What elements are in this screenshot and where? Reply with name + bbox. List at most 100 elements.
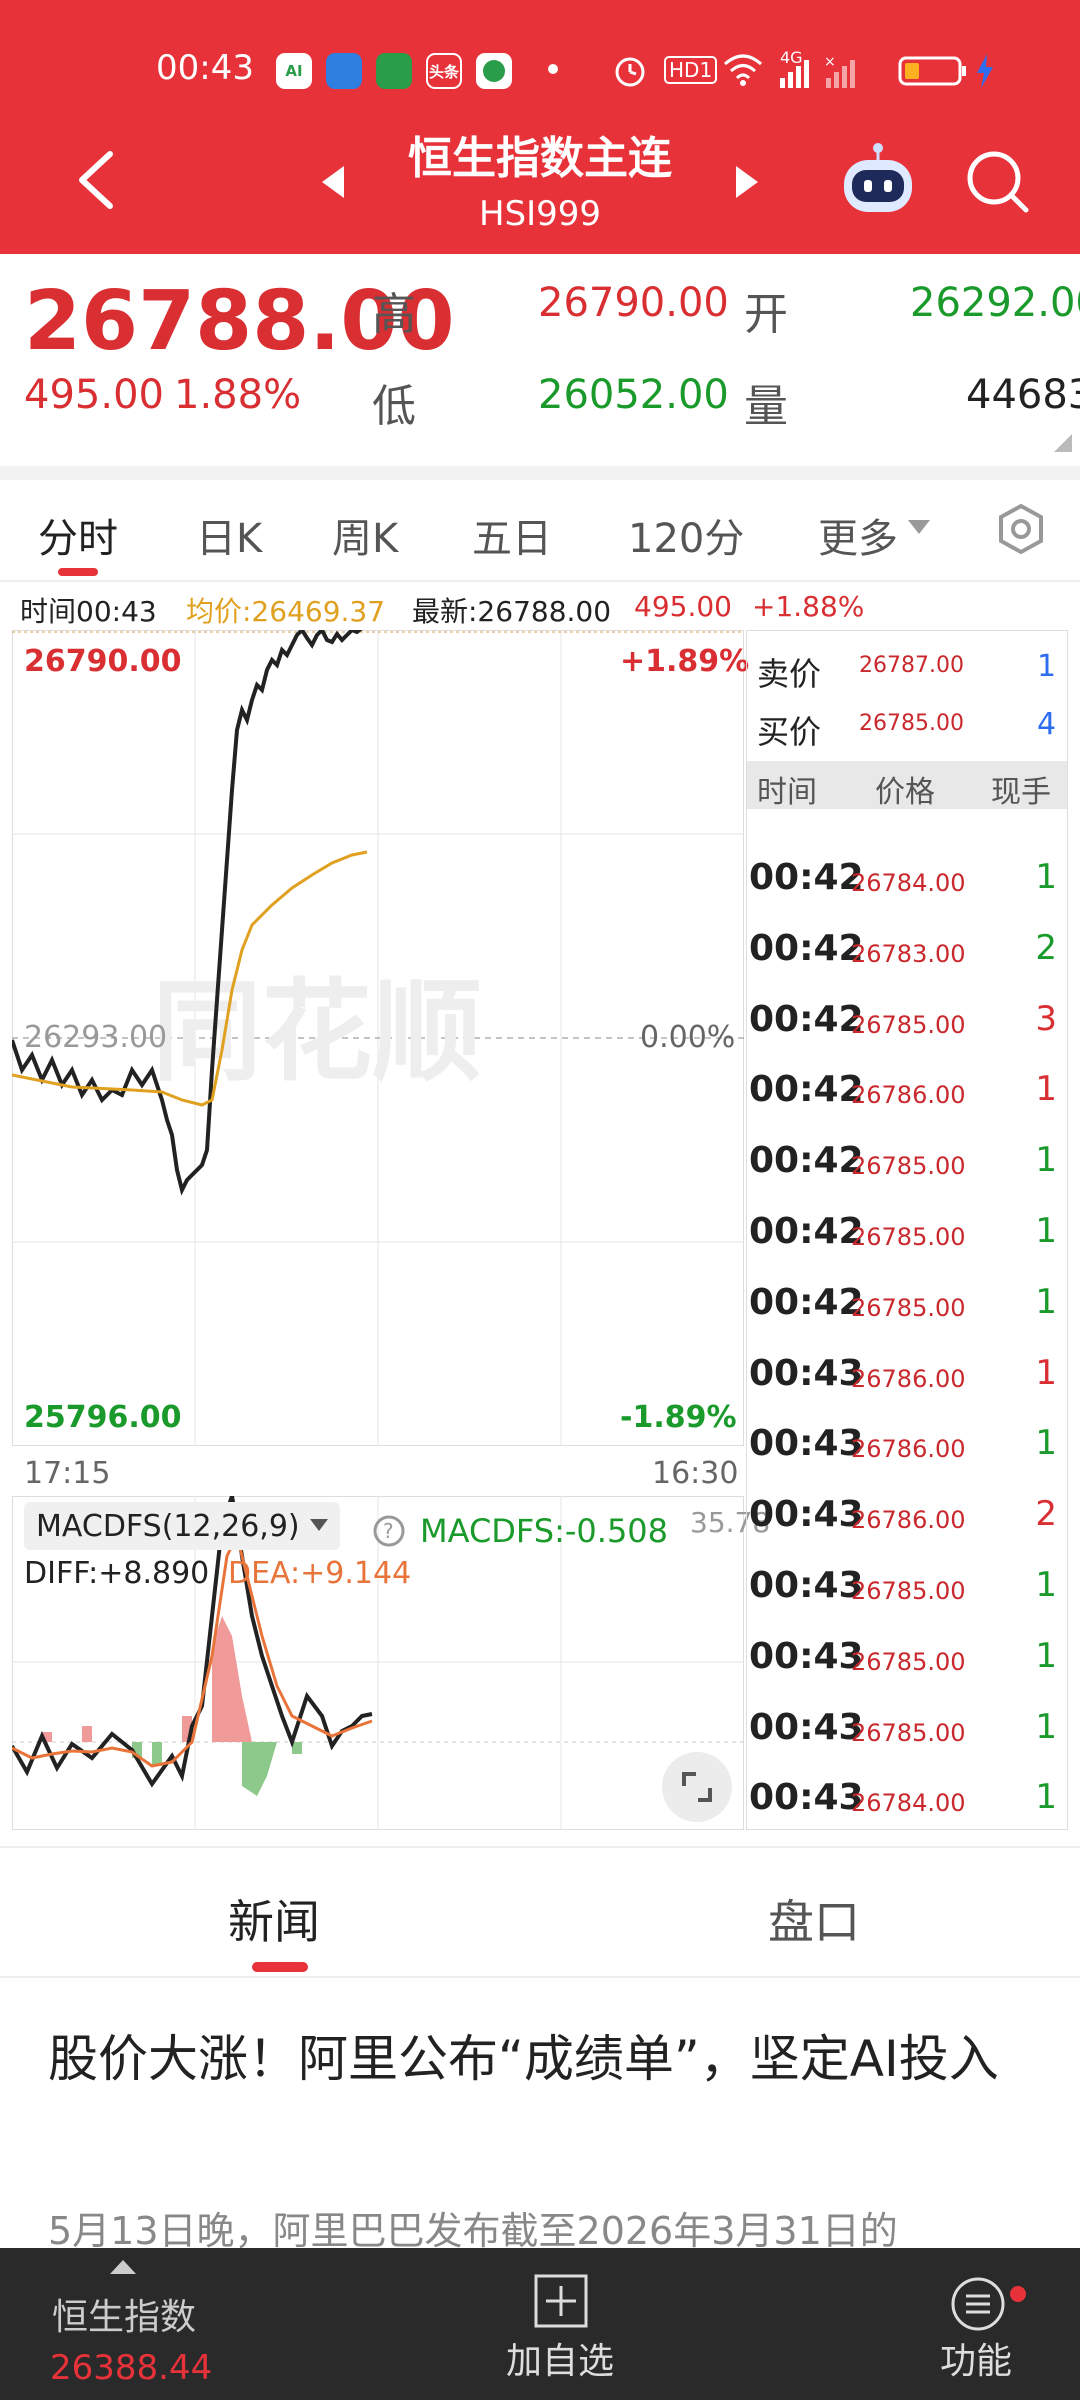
battery-icon <box>898 56 966 86</box>
index-name[interactable]: 恒生指数 <box>52 2288 196 2340</box>
ask-volume: 1 <box>1037 649 1057 684</box>
search-icon[interactable] <box>964 148 1030 214</box>
trade-time: 00:43 <box>749 1352 864 1394</box>
volume-value: 44683 <box>966 372 1080 418</box>
trade-row: 00:43 26785.00 1 <box>747 1628 1067 1688</box>
macd-indicator-selector[interactable]: MACDFS(12,26,9) <box>24 1502 340 1550</box>
trade-panel: 卖价 26787.00 1 买价 26785.00 4 时间 价格 现手 00:… <box>746 630 1068 1830</box>
trade-time: 00:42 <box>749 927 864 969</box>
col-volume: 现手 <box>991 775 1051 810</box>
trade-volume: 1 <box>1035 1423 1057 1464</box>
trade-row: 00:42 26785.00 1 <box>747 1274 1067 1334</box>
trade-volume: 1 <box>1035 1211 1057 1251</box>
trade-price: 26785.00 <box>851 1010 966 1039</box>
svg-text:×: × <box>826 56 836 70</box>
menu-icon[interactable] <box>950 2274 1008 2332</box>
robot-assistant-icon[interactable] <box>838 140 918 218</box>
status-time: 00:43 <box>156 48 254 88</box>
trade-time: 00:43 <box>749 1635 864 1677</box>
chart-mid-pct: 0.00% <box>640 1020 736 1055</box>
tab-active-indicator <box>58 568 98 576</box>
tab-order-book[interactable]: 盘口 <box>768 1886 860 1952</box>
dropdown-icon <box>309 1519 328 1531</box>
app-icon-toutiao: 头条 <box>426 53 462 89</box>
tab-news[interactable]: 新闻 <box>228 1886 320 1952</box>
trade-row: 00:42 26785.00 1 <box>747 1132 1067 1192</box>
hd-icon: HD1 <box>664 56 718 84</box>
trade-row: 00:42 26785.00 3 <box>747 991 1067 1051</box>
chart-top-price: 26790.00 <box>24 644 182 679</box>
notification-badge <box>1010 2286 1026 2302</box>
trade-time: 00:42 <box>749 1140 864 1182</box>
svg-text:?: ? <box>383 1519 394 1543</box>
tab-more[interactable]: 更多 <box>818 506 898 564</box>
trade-volume: 3 <box>1035 998 1057 1039</box>
trade-price: 26784.00 <box>851 1789 966 1818</box>
trade-price: 26785.00 <box>851 1152 966 1181</box>
bottom-bar: 恒生指数 26388.44 加自选 功能 <box>0 2248 1080 2400</box>
chart-bottom-pct: -1.89% <box>620 1400 737 1435</box>
trade-time: 00:43 <box>749 1565 864 1606</box>
status-app-icons: AI 头条 <box>276 53 512 89</box>
wifi-icon <box>724 54 762 86</box>
trade-price: 26786.00 <box>851 1435 966 1464</box>
fullscreen-button[interactable] <box>662 1752 732 1822</box>
trade-price: 26785.00 <box>851 1577 966 1605</box>
trade-time: 00:42 <box>749 998 864 1040</box>
trade-row: 00:43 26785.00 1 <box>747 1699 1067 1759</box>
tab-weekly-k[interactable]: 周K <box>332 506 398 564</box>
trade-volume: 1 <box>1035 1281 1057 1322</box>
tab-daily-k[interactable]: 日K <box>196 506 262 564</box>
news-snippet[interactable]: 5月13日晚，阿里巴巴发布截至2026年3月31日的 <box>48 2200 1048 2255</box>
tab-intraday[interactable]: 分时 <box>38 506 118 564</box>
trade-row: 00:43 26784.00 1 <box>747 1769 1067 1829</box>
add-watchlist-icon[interactable] <box>534 2274 588 2328</box>
trade-volume: 1 <box>1035 1352 1057 1393</box>
trade-volume: 1 <box>1035 1140 1057 1181</box>
news-headline[interactable]: 股价大涨！阿里公布“成绩单”，坚定AI投入 <box>48 2020 1038 2098</box>
trade-row: 00:43 26786.00 1 <box>747 1415 1067 1475</box>
expand-up-icon[interactable] <box>110 2258 136 2274</box>
macd-indicator-name: MACDFS(12,26,9) <box>36 1508 300 1544</box>
trade-price: 26786.00 <box>851 1081 966 1110</box>
high-value: 26790.00 <box>538 280 729 326</box>
trade-volume: 1 <box>1035 1777 1057 1818</box>
help-icon[interactable]: ? <box>372 1514 406 1548</box>
tab-120min[interactable]: 120分 <box>628 506 744 564</box>
trade-time: 00:43 <box>749 1706 864 1748</box>
macd-dea: DEA:+9.144 <box>228 1556 412 1591</box>
bid-label: 买价 <box>757 713 822 751</box>
trade-price: 26784.00 <box>851 869 966 897</box>
prev-arrow-icon[interactable] <box>318 164 348 200</box>
tab-five-day[interactable]: 五日 <box>472 506 552 564</box>
function-label[interactable]: 功能 <box>940 2332 1012 2384</box>
news-divider <box>0 1846 1080 1848</box>
fullscreen-icon <box>682 1772 712 1802</box>
app-icon-bank <box>376 53 412 89</box>
add-watchlist-label[interactable]: 加自选 <box>506 2332 614 2384</box>
trade-time: 00:42 <box>749 1211 864 1252</box>
chevron-down-icon <box>908 520 930 534</box>
col-time: 时间 <box>757 775 817 810</box>
macd-diff: DIFF:+8.890 <box>24 1556 210 1591</box>
index-value: 26388.44 <box>50 2348 213 2388</box>
chart-time-end: 16:30 <box>652 1456 739 1491</box>
expand-corner-icon[interactable] <box>1054 434 1072 452</box>
app-icon-message <box>476 53 512 89</box>
trade-price: 26786.00 <box>851 1506 966 1535</box>
charging-icon <box>977 54 993 88</box>
back-icon[interactable] <box>70 148 120 212</box>
notification-dot-icon <box>548 64 558 74</box>
high-label: 高 <box>372 289 416 340</box>
settings-hexagon-icon[interactable] <box>994 502 1048 556</box>
trade-volume: 2 <box>1035 1494 1057 1535</box>
section-divider <box>0 466 1080 480</box>
trade-volume: 1 <box>1035 1069 1057 1110</box>
trade-row: 00:43 26786.00 1 <box>747 1345 1067 1405</box>
chart-avg-label: 均价:26469.37 <box>186 595 386 628</box>
ask-label: 卖价 <box>757 655 822 693</box>
app-icon-ai: AI <box>276 53 312 89</box>
next-arrow-icon[interactable] <box>732 164 762 200</box>
trade-row: 00:43 26786.00 2 <box>747 1486 1067 1546</box>
macd-value: MACDFS:-0.508 <box>420 1512 669 1550</box>
